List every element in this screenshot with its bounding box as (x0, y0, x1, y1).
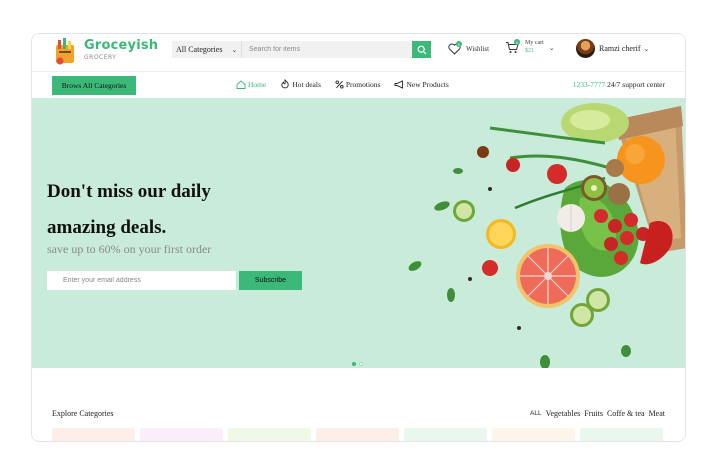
user-name: Ramzi cherif (599, 44, 641, 53)
flame-icon (281, 79, 290, 89)
email-field[interactable] (47, 271, 236, 290)
cart-label: My cart (525, 40, 544, 46)
cart-button[interactable]: 0 My cart $21 ⌄ (505, 39, 555, 56)
nav-home-label: Home (248, 79, 267, 89)
subscribe-button[interactable]: Subscribe (239, 271, 302, 290)
support-info: 1233-7777 24/7 support center (573, 80, 665, 89)
chevron-down-icon: ⌄ (548, 43, 555, 52)
carousel-dot[interactable] (359, 362, 363, 366)
category-card[interactable] (140, 428, 223, 441)
brand-name: Groceyish (84, 38, 159, 53)
vegetables-illustration (408, 103, 685, 368)
main-nav: Brows All Categories Home Hot deals Prom… (32, 71, 685, 98)
brand-logo[interactable]: Groceyish GROCERY (52, 37, 159, 65)
filter-vegetables[interactable]: Vegetables (546, 409, 581, 418)
cart-price: $21 (525, 47, 534, 54)
wishlist-button[interactable]: 0 Wishlist (448, 41, 490, 55)
nav-promotions-label: Promotions (345, 79, 381, 89)
support-phone[interactable]: 1233-7777 (573, 80, 606, 89)
search-button[interactable] (412, 41, 431, 58)
category-select[interactable]: All Categories ⌄ (172, 41, 242, 58)
category-card[interactable] (316, 428, 399, 441)
search-input[interactable] (242, 41, 412, 58)
grocery-bag-icon (52, 37, 78, 65)
carousel-dots (352, 362, 366, 366)
nav-hot-deals-label: Hot deals (292, 79, 321, 89)
category-card[interactable] (580, 428, 663, 441)
search-bar: All Categories ⌄ (172, 41, 431, 58)
nav-new-products-label: New Products (406, 79, 449, 89)
category-cards (52, 428, 668, 441)
megaphone-icon (395, 79, 404, 89)
category-card[interactable] (404, 428, 487, 441)
category-card[interactable] (228, 428, 311, 441)
section-title: Explore Categories (52, 409, 114, 418)
cart-count-badge: 0 (514, 39, 520, 45)
support-text: 24/7 support center (607, 80, 665, 89)
filter-fruits[interactable]: Fruits (584, 409, 603, 418)
category-card[interactable] (52, 428, 135, 441)
hero-title-line2: amazing deals. (47, 217, 167, 238)
search-icon (417, 45, 426, 54)
hero-banner: Don't miss our daily amazing deals. save… (32, 98, 685, 368)
browse-categories-button[interactable]: Brows All Categories (52, 76, 136, 95)
nav-promotions[interactable]: Promotions (335, 79, 381, 89)
filter-coffee-tea[interactable]: Coffe & tea (607, 409, 645, 418)
wishlist-count-badge: 0 (456, 41, 462, 47)
category-filters: ALL Vegetables Fruits Coffe & tea Meat (526, 409, 665, 418)
chevron-down-icon: ⌄ (231, 45, 238, 54)
chevron-down-icon: ⌄ (643, 44, 650, 53)
app-frame: Groceyish GROCERY All Categories ⌄ 0 (31, 33, 686, 442)
carousel-dot-active[interactable] (352, 362, 356, 366)
nav-new-products[interactable]: New Products (394, 79, 449, 89)
top-header: Groceyish GROCERY All Categories ⌄ 0 (32, 34, 685, 70)
nav-links: Home Hot deals Promotions New Products (236, 79, 463, 89)
hero-title-line1: Don't miss our daily (47, 181, 211, 202)
home-icon (236, 79, 246, 89)
nav-hot-deals[interactable]: Hot deals (280, 79, 321, 89)
hero-subtitle: save up to 60% on your first order (47, 242, 212, 256)
category-card[interactable] (492, 428, 575, 441)
category-select-value: All Categories (176, 45, 223, 54)
avatar (576, 39, 595, 58)
wishlist-label: Wishlist (466, 45, 490, 53)
percent-icon (335, 79, 344, 89)
brand-tagline: GROCERY (84, 54, 117, 61)
user-menu[interactable]: Ramzi cherif ⌄ (576, 39, 649, 58)
filter-all[interactable]: ALL (530, 410, 542, 418)
filter-meat[interactable]: Meat (649, 409, 665, 418)
nav-home[interactable]: Home (236, 80, 266, 89)
